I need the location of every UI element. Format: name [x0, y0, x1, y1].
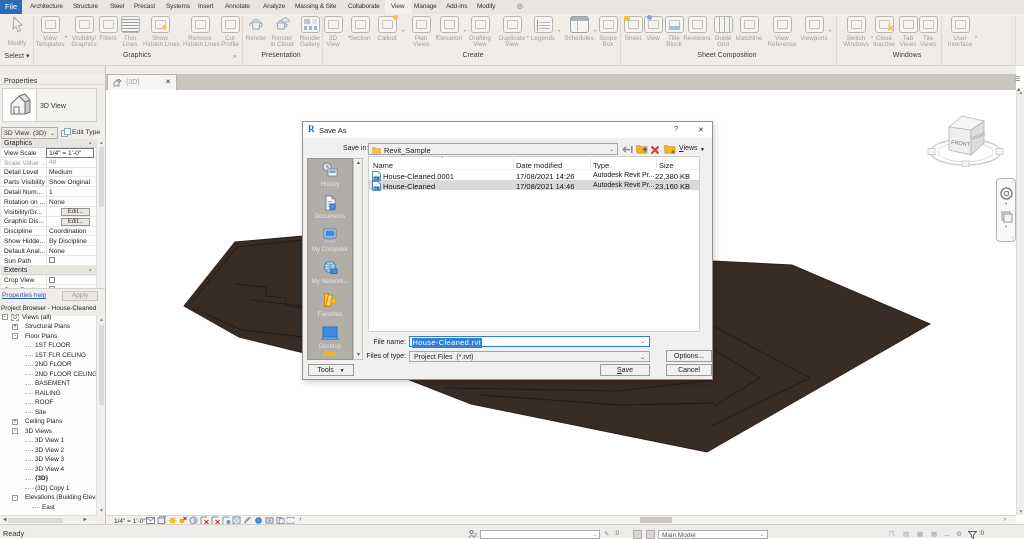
svg-text:rvt: rvt — [374, 186, 377, 190]
svg-text:rvt: rvt — [374, 176, 377, 180]
